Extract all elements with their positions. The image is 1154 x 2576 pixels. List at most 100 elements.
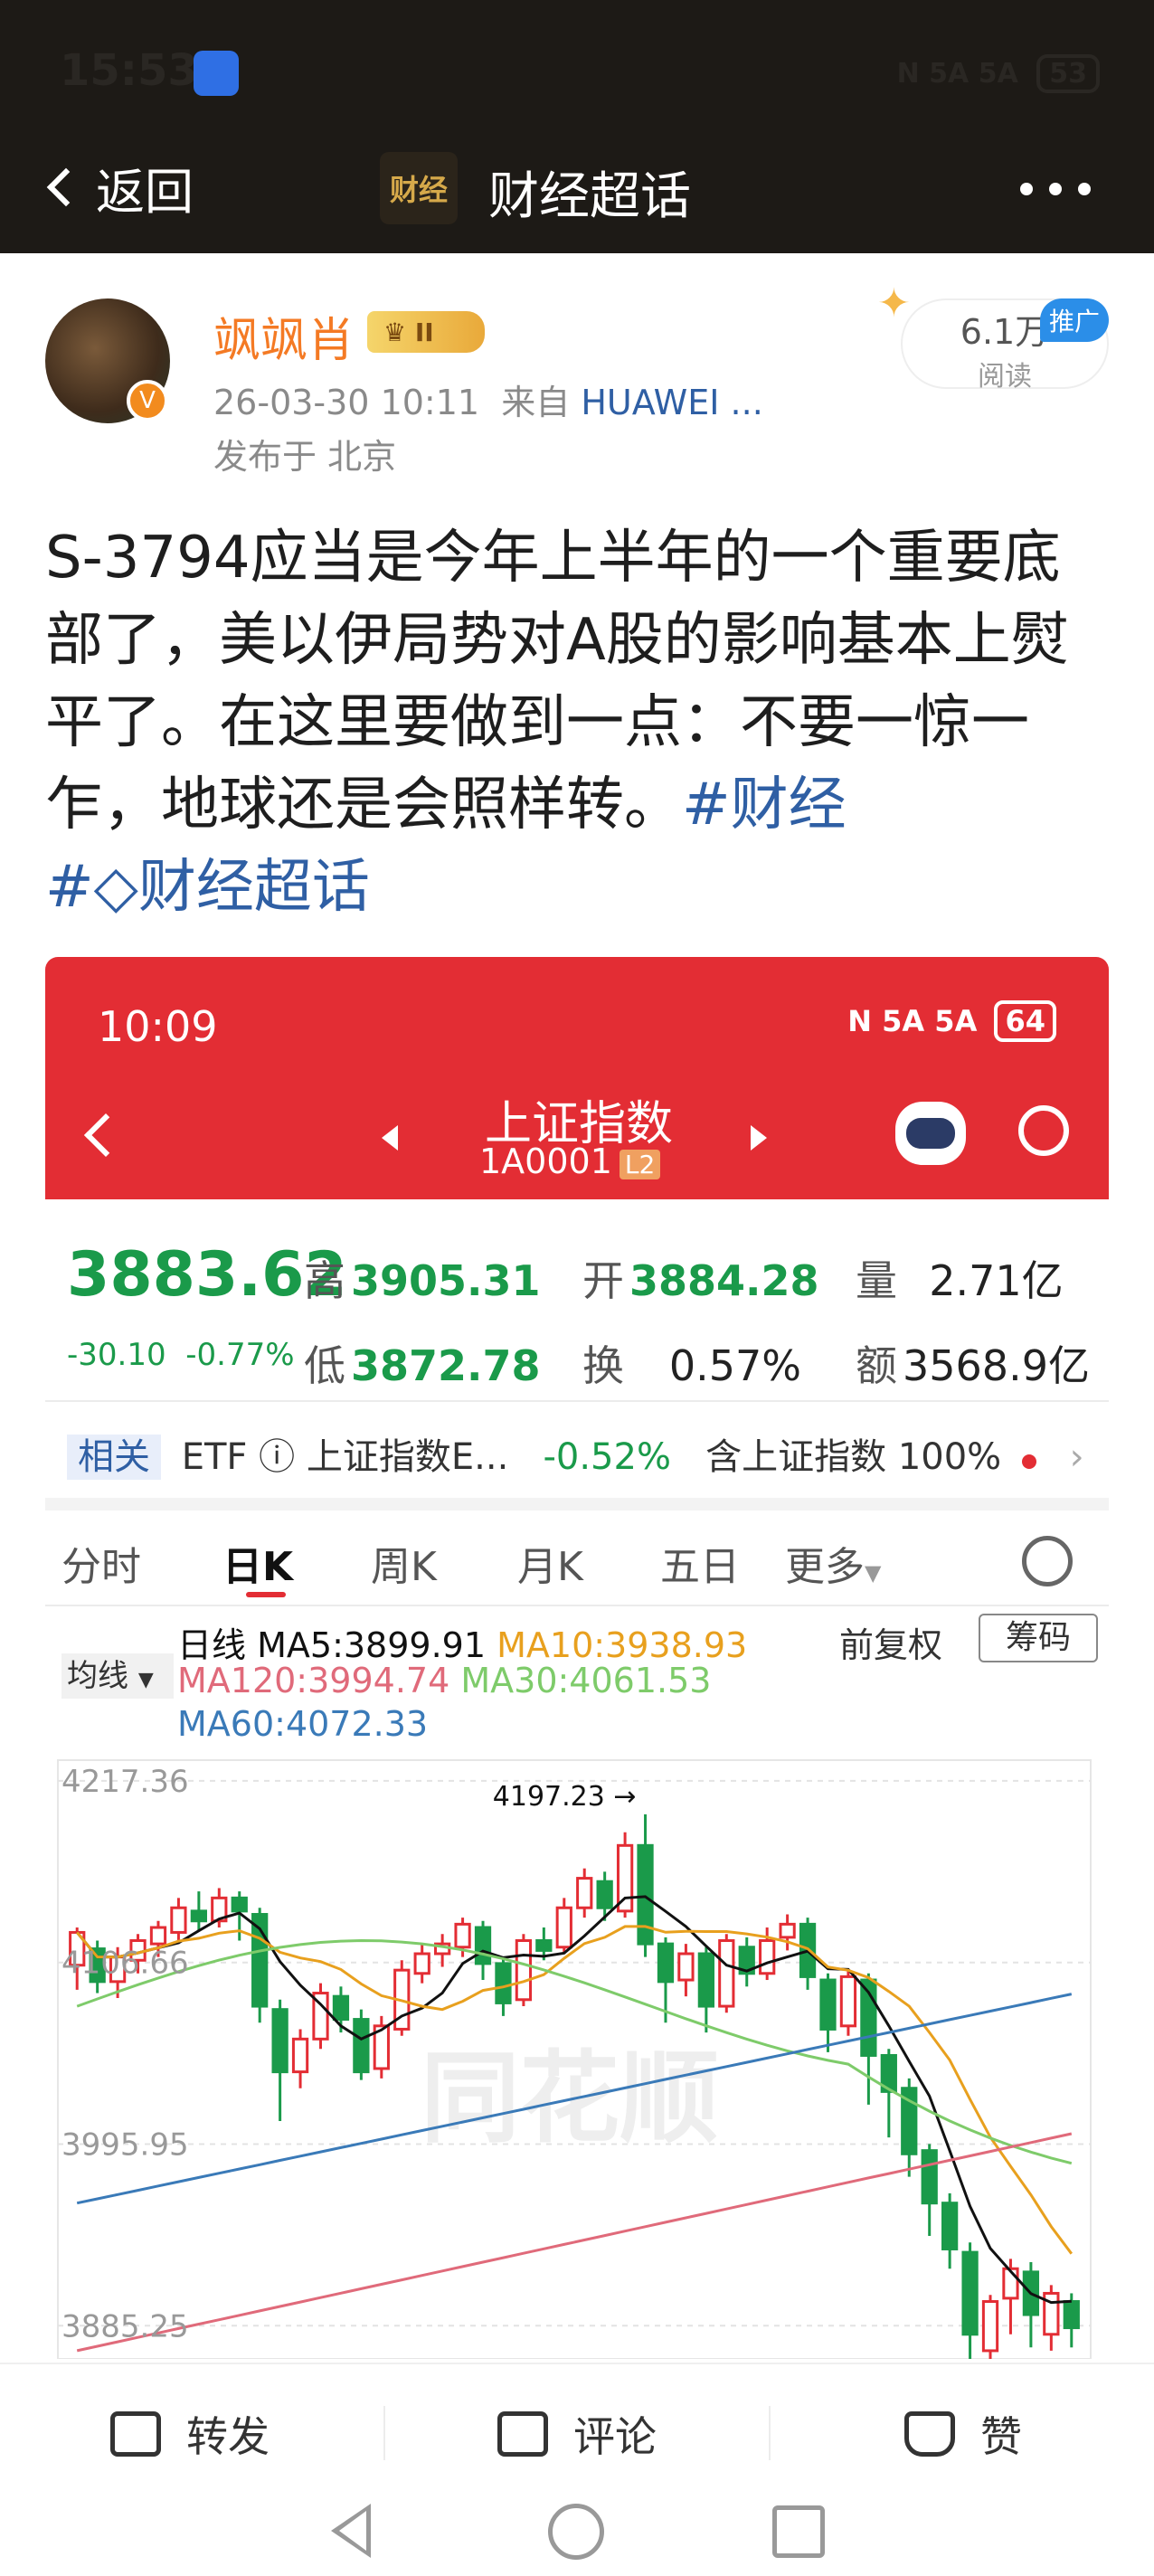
- tab-zhouk: 周K: [371, 1544, 437, 1590]
- etf-label: ETF: [181, 1436, 248, 1478]
- ma-select-label: 均线: [67, 1658, 128, 1694]
- repost-label: 转发: [186, 2412, 270, 2461]
- level-badge-text: II: [414, 317, 434, 347]
- signal-icons: N 5A 5A: [896, 58, 1018, 90]
- embedded-code: 1A0001 L2: [479, 1141, 661, 1181]
- quote-high: 高 3905.31: [304, 1248, 541, 1308]
- candle-body: [454, 1922, 471, 1949]
- status-icons: N 5A 5A 53: [897, 54, 1100, 93]
- tab-indicator: [246, 1592, 286, 1597]
- high-marker-label: 4197.23 →: [493, 1781, 637, 1813]
- comment-button[interactable]: 评论: [497, 2404, 657, 2464]
- y-tick-label: 3885.25: [61, 2308, 189, 2344]
- source-prefix: 来自: [501, 383, 571, 422]
- candle-body: [291, 2037, 309, 2074]
- level2-badge: L2: [619, 1150, 661, 1179]
- topic-logo: 财经: [380, 152, 458, 224]
- top-header: 15:53 N 5A 5A 53 返回 财经 财经超话: [0, 0, 1154, 253]
- chip-distribution-button: 筹码: [979, 1614, 1098, 1662]
- system-home-icon[interactable]: [548, 2504, 604, 2560]
- etf-pct: -0.52%: [543, 1436, 671, 1478]
- quote-change-pct: -0.77%: [185, 1337, 295, 1373]
- back-button[interactable]: 返回: [43, 156, 194, 221]
- candle-body: [779, 1922, 796, 1939]
- comment-icon: [497, 2411, 548, 2457]
- caret-down-icon: ▼: [865, 1560, 882, 1586]
- kline-chart: 同花顺 4217.364106.663995.953885.25 4197.23…: [57, 1759, 1092, 2359]
- next-stock-icon: [751, 1125, 767, 1151]
- level-badge[interactable]: ♛ II: [367, 311, 485, 353]
- like-label: 赞: [980, 2412, 1022, 2461]
- related-chip: 相关: [67, 1435, 161, 1480]
- thumbs-up-icon: [904, 2411, 955, 2457]
- comment-label: 评论: [573, 2412, 657, 2461]
- embedded-screenshot[interactable]: 10:09 N 5A 5A 64 上证指数 1A0001 L2 3883.62 -…: [45, 957, 1109, 2359]
- ma5-value: MA5:3899.91: [257, 1625, 487, 1665]
- divider: [45, 1400, 1109, 1402]
- diamond-icon: ◇: [93, 854, 138, 921]
- volume-label: 量: [856, 1256, 897, 1305]
- candle-body: [515, 1939, 533, 2002]
- quote-change-value: -30.10: [67, 1337, 166, 1373]
- candle-body: [921, 2149, 938, 2205]
- tab-wuri: 五日: [660, 1544, 740, 1590]
- red-dot-icon: [1021, 1454, 1036, 1469]
- ma-select: 均线 ▼: [61, 1653, 174, 1699]
- post-text: S-3794应当是今年上半年的一个重要底部了，美以伊局势对A股的影响基本上熨平了…: [45, 525, 1069, 838]
- system-back-icon[interactable]: [331, 2504, 371, 2558]
- promo-tag[interactable]: 推广: [1040, 298, 1109, 342]
- dot-icon: [1049, 183, 1062, 195]
- high-value: 3905.31: [351, 1256, 541, 1305]
- candle-body: [555, 1906, 572, 1949]
- quote-turnover: 换 0.57%: [582, 1333, 801, 1393]
- tab-yuek: 月K: [517, 1544, 583, 1590]
- verified-badge-icon: V: [127, 380, 168, 421]
- author-name[interactable]: 飒飒肖: [213, 302, 355, 370]
- post-meta: 26-03-30 10:11 来自 HUAWEI ...: [213, 374, 763, 424]
- chevron-left-icon: [46, 167, 86, 207]
- like-button[interactable]: 赞: [904, 2404, 1022, 2464]
- battery-icon: 53: [1036, 54, 1100, 93]
- page-title: 财经超话: [488, 167, 691, 226]
- more-menu-button[interactable]: [1020, 183, 1091, 195]
- tab-rik: 日K: [222, 1544, 294, 1590]
- candle-body: [413, 1952, 430, 1975]
- search-icon: [1018, 1105, 1069, 1156]
- system-recents-icon[interactable]: [772, 2505, 825, 2558]
- y-tick-label: 3995.95: [61, 2126, 189, 2163]
- quote-low: 低 3872.78: [304, 1333, 541, 1393]
- candle-body: [190, 1909, 207, 1923]
- candle-body: [677, 1952, 695, 1982]
- quote-amount: 额 3568.9亿: [856, 1333, 1090, 1393]
- candle-body: [495, 1962, 512, 2004]
- robot-assistant-icon: [895, 1102, 966, 1165]
- candle-body: [697, 1952, 714, 2008]
- stock-code: 1A0001: [479, 1141, 612, 1181]
- open-value: 3884.28: [629, 1256, 819, 1305]
- high-marker: 4197.23 →: [493, 1781, 637, 1813]
- read-label: 阅读: [978, 361, 1032, 393]
- repost-button[interactable]: 转发: [110, 2404, 270, 2464]
- ma10-value: MA10:3938.93: [497, 1625, 748, 1665]
- hashtag-finance[interactable]: #财经: [682, 772, 847, 838]
- divider: [45, 1498, 1109, 1511]
- ma-row-2: MA120:3994.74 MA30:4061.53: [177, 1661, 711, 1700]
- hash-sign: #: [45, 854, 94, 921]
- candle-body: [941, 2202, 959, 2250]
- status-bar: 15:53 N 5A 5A 53: [0, 36, 1154, 109]
- post-body: S-3794应当是今年上半年的一个重要底部了，美以伊局势对A股的影响基本上熨平了…: [45, 517, 1112, 929]
- tab-more-label: 更多: [785, 1544, 865, 1590]
- related-etf-row: 相关 ETF ⓘ 上证指数E... -0.52% 含上证指数 100% ›: [67, 1427, 1107, 1480]
- embedded-status: N 5A 5A 64: [847, 1000, 1056, 1042]
- quote-open: 开 3884.28: [582, 1248, 819, 1308]
- candle-body: [596, 1880, 613, 1909]
- hashtag-super-topic[interactable]: #◇财经超话: [45, 854, 370, 921]
- candle-body: [474, 1926, 492, 1965]
- post-location: 发布于 北京: [213, 437, 397, 477]
- share-icon: [110, 2411, 161, 2457]
- quote-volume: 量 2.71亿: [856, 1248, 1064, 1308]
- etf-contains: 含上证指数 100%: [705, 1436, 1002, 1478]
- candle-body: [819, 1978, 837, 2031]
- candle-body: [718, 1939, 735, 2008]
- source-device[interactable]: HUAWEI ...: [581, 383, 762, 422]
